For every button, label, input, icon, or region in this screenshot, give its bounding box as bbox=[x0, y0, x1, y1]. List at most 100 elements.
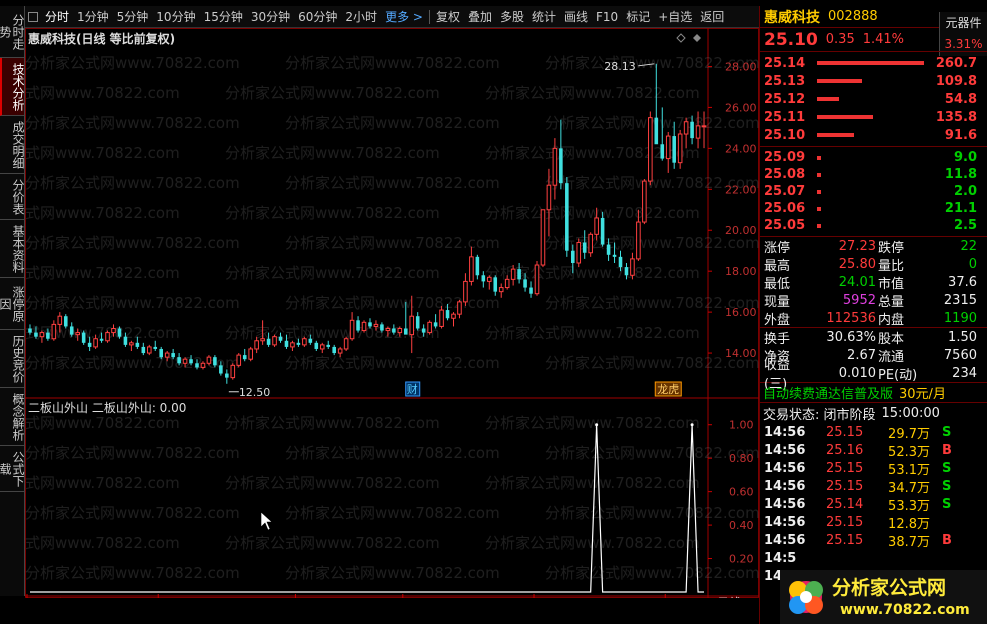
bid-row[interactable]: 25.05 2.5 bbox=[760, 217, 987, 234]
period-tab-4[interactable]: 10分钟 bbox=[152, 6, 199, 27]
watermark-text: 分析家公式网www.70822.com bbox=[225, 474, 440, 492]
watermark-text: 分析家公式网www.70822.com bbox=[25, 264, 180, 282]
toolbar-action-7[interactable]: 标记 bbox=[622, 6, 654, 27]
bid-row[interactable]: 25.09 9.0 bbox=[760, 149, 987, 166]
tick-price: 25.15 bbox=[826, 424, 864, 440]
period-label: 日线 bbox=[717, 596, 741, 598]
candle-body bbox=[582, 242, 587, 253]
tick-volume: 29.7万 bbox=[888, 426, 930, 442]
tick-volume: 12.8万 bbox=[888, 516, 930, 532]
period-tab-8[interactable]: 2小时 bbox=[341, 6, 381, 27]
side-tab-4[interactable]: 分价表 bbox=[0, 174, 25, 220]
promo-banner[interactable]: 自动续费通达信普及版 30元/月 bbox=[760, 383, 987, 403]
toolbar-action-5[interactable]: 画线 bbox=[560, 6, 592, 27]
watermark-text: 分析家公式网www.70822.com bbox=[25, 204, 180, 222]
price-tick-label: 28.00 bbox=[725, 60, 757, 73]
side-tab-9[interactable]: 公式下载 bbox=[0, 446, 25, 492]
ask-row[interactable]: 25.10 91.6 bbox=[760, 126, 987, 144]
ask-volume: 135.8 bbox=[935, 109, 977, 125]
watermark-text: 分析家公式网www.70822.com bbox=[545, 504, 759, 522]
bid-row[interactable]: 25.06 21.1 bbox=[760, 200, 987, 217]
period-tab-1[interactable]: 分时 bbox=[41, 6, 73, 27]
toolbar-action-1[interactable]: 复权 bbox=[432, 6, 464, 27]
ind-tick-label: 0.80 bbox=[729, 452, 754, 465]
candle-body bbox=[236, 354, 242, 366]
candle-body bbox=[69, 326, 74, 335]
candle-body bbox=[219, 365, 223, 374]
candle-body bbox=[606, 244, 611, 255]
stat-row: 外盘 112536 内盘 1190 bbox=[760, 309, 987, 328]
candle-body bbox=[534, 264, 540, 295]
promo-price: 30元/月 bbox=[899, 387, 946, 402]
candle-body bbox=[618, 256, 623, 268]
price-tick-label: 26.00 bbox=[725, 101, 757, 114]
tick-side: B bbox=[942, 442, 952, 458]
toolbar-action-3[interactable]: 多股 bbox=[496, 6, 528, 27]
side-tab-3[interactable]: 成交明细 bbox=[0, 116, 25, 174]
ask-price: 25.13 bbox=[764, 73, 806, 89]
toolbar-action-4[interactable]: 统计 bbox=[528, 6, 560, 27]
diamond-icon[interactable] bbox=[676, 33, 686, 43]
side-tab-2[interactable]: 技术分析 bbox=[0, 58, 25, 116]
side-tab-8[interactable]: 概念解析 bbox=[0, 388, 25, 446]
x-tick-label: 10 bbox=[405, 597, 419, 598]
candle-body bbox=[571, 250, 575, 263]
candle-body bbox=[427, 321, 432, 334]
candle-body bbox=[475, 256, 480, 276]
bid-price: 25.09 bbox=[764, 150, 806, 165]
tick-price: 25.15 bbox=[826, 514, 864, 530]
ask-row[interactable]: 25.12 54.8 bbox=[760, 90, 987, 108]
quote-header: 惠威科技 002888 元器件 3.31% bbox=[760, 6, 987, 56]
period-tab-6[interactable]: 30分钟 bbox=[247, 6, 294, 27]
watermark-text: 分析家公式网www.70822.com bbox=[25, 504, 240, 522]
tick-list[interactable]: 14:56 25.15 29.7万 S 14:56 25.16 52.3万 B 14:56 25.… bbox=[760, 423, 987, 585]
candle-body bbox=[660, 144, 665, 159]
side-tab-5[interactable]: 基本资料 bbox=[0, 220, 25, 278]
period-tab-7[interactable]: 60分钟 bbox=[294, 6, 341, 27]
period-tab-2[interactable]: 1分钟 bbox=[73, 6, 113, 27]
candle-body bbox=[690, 121, 694, 139]
ask-book: 25.14 260.7 25.13 109.8 25.12 54.8 25.11 135.8 2… bbox=[760, 52, 987, 147]
x-tick-label: 11 bbox=[536, 597, 550, 598]
kline-chart-svg[interactable]: 分析家公式网www.70822.com 分析家公式网www.70822.com 分析… bbox=[0, 28, 760, 610]
bid-volume-bar bbox=[817, 224, 821, 228]
watermark-text: 分析家公式网www.70822.com bbox=[25, 234, 240, 252]
toolbar-action-2[interactable]: 叠加 bbox=[464, 6, 496, 27]
toolbar-action-8[interactable]: +自选 bbox=[654, 6, 696, 27]
candle-body bbox=[403, 328, 408, 335]
toolbar-checkbox[interactable] bbox=[28, 11, 38, 22]
more-periods-button[interactable]: 更多 > bbox=[381, 6, 427, 28]
tick-side: S bbox=[942, 460, 952, 476]
candle-body bbox=[486, 276, 492, 282]
bid-row[interactable]: 25.08 11.8 bbox=[760, 166, 987, 183]
toolbar-action-6[interactable]: F10 bbox=[592, 6, 622, 27]
candle-body bbox=[540, 209, 546, 266]
side-tab-1[interactable]: 分时走势 bbox=[0, 6, 25, 58]
kline-chart-area[interactable]: 分析家公式网www.70822.com 分析家公式网www.70822.com 分析… bbox=[0, 28, 760, 610]
side-tab-7[interactable]: 历史竞价 bbox=[0, 330, 25, 388]
ask-row[interactable]: 25.11 135.8 bbox=[760, 108, 987, 126]
period-tab-3[interactable]: 5分钟 bbox=[113, 6, 153, 27]
watermark-text: 分析家公式网www.70822.com bbox=[25, 444, 240, 462]
period-tab-5[interactable]: 15分钟 bbox=[200, 6, 247, 27]
finance-badge[interactable]: 财 bbox=[405, 381, 421, 397]
stat-label: 涨停 bbox=[764, 240, 791, 256]
side-tab-6[interactable]: 涨停原因 bbox=[0, 278, 25, 330]
ask-row[interactable]: 25.14 260.7 bbox=[760, 54, 987, 72]
candle-body bbox=[99, 338, 104, 341]
fund-label: PE(动) bbox=[878, 367, 918, 383]
fund-value: 0.010 bbox=[838, 365, 876, 381]
toolbar-action-9[interactable]: 返回 bbox=[696, 6, 728, 27]
candle-body bbox=[439, 309, 444, 327]
ask-row[interactable]: 25.13 109.8 bbox=[760, 72, 987, 90]
dragon-tiger-badge[interactable]: 龙虎 bbox=[654, 381, 682, 397]
price-change: 0.35 bbox=[825, 32, 855, 47]
bid-row[interactable]: 25.07 2.0 bbox=[760, 183, 987, 200]
diamond-filled-icon[interactable] bbox=[693, 34, 701, 42]
candle-body bbox=[510, 268, 516, 280]
candle-body bbox=[546, 184, 552, 211]
watermark-text: 分析家公式网www.70822.com bbox=[545, 564, 759, 582]
period-tabs: 分时 1分钟 5分钟 10分钟 15分钟 30分钟 60分钟 2小时 bbox=[41, 6, 381, 27]
quote-panel: 惠威科技 002888 元器件 3.31% 25.10 0.35 1.41% 2… bbox=[759, 6, 987, 624]
toolbar-actions: 复权 叠加 多股 统计 画线 F10 标记 +自选 返回 bbox=[432, 6, 728, 27]
